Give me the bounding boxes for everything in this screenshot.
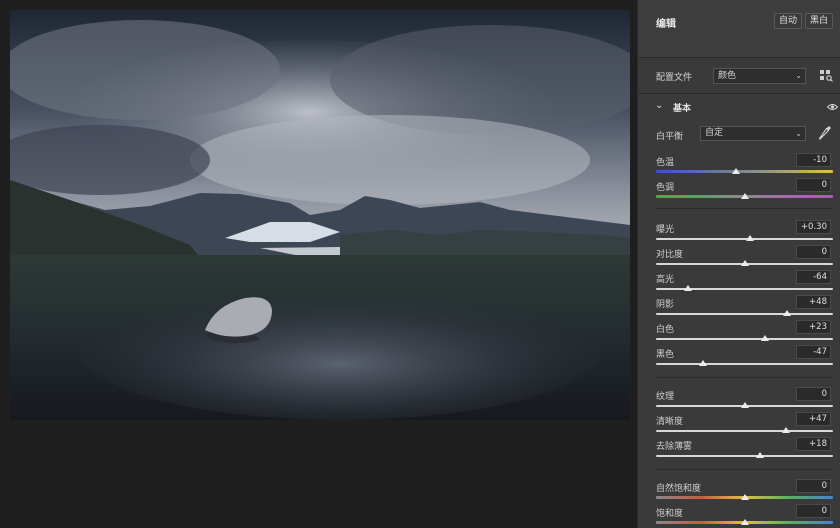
thumb-saturation[interactable] bbox=[740, 519, 749, 525]
white-balance-value: 自定 bbox=[705, 128, 724, 138]
divider bbox=[656, 377, 833, 378]
slider-label-tint: 色调 bbox=[656, 183, 675, 193]
track-highlights[interactable] bbox=[656, 288, 833, 290]
slider-value-temp[interactable]: -10 bbox=[796, 153, 831, 167]
chevron-down-icon: ⌄ bbox=[655, 100, 664, 111]
chevron-down-icon: ⌄ bbox=[795, 71, 802, 80]
slider-value-blacks[interactable]: -47 bbox=[796, 345, 831, 359]
slider-value-vibrance[interactable]: 0 bbox=[796, 479, 831, 493]
thumb-texture[interactable] bbox=[740, 402, 749, 408]
track-dehaze[interactable] bbox=[656, 455, 833, 457]
slider-value-shadows[interactable]: +48 bbox=[796, 295, 831, 309]
edit-panel: 编辑 自动 黑白 配置文件 颜色 ⌄ ⌄ 基本 白平衡 自定 ⌄ 色温 -10 … bbox=[637, 0, 840, 528]
panel-header: 编辑 自动 黑白 bbox=[638, 0, 840, 58]
slider-value-highlights[interactable]: -64 bbox=[796, 270, 831, 284]
black-white-button[interactable]: 黑白 bbox=[805, 13, 834, 29]
slider-value-dehaze[interactable]: +18 bbox=[796, 437, 831, 451]
slider-label-highlights: 高光 bbox=[656, 275, 675, 285]
track-shadows[interactable] bbox=[656, 313, 833, 315]
track-temp[interactable] bbox=[656, 170, 833, 173]
slider-label-contrast: 对比度 bbox=[656, 250, 684, 260]
slider-value-clarity[interactable]: +47 bbox=[796, 412, 831, 426]
divider bbox=[656, 469, 833, 470]
white-balance-select[interactable]: 自定 ⌄ bbox=[700, 126, 806, 141]
slider-label-blacks: 黑色 bbox=[656, 350, 675, 360]
slider-value-contrast[interactable]: 0 bbox=[796, 245, 831, 259]
thumb-shadows[interactable] bbox=[782, 310, 791, 316]
slider-label-clarity: 清晰度 bbox=[656, 417, 684, 427]
thumb-vibrance[interactable] bbox=[740, 494, 749, 500]
chevron-down-icon: ⌄ bbox=[795, 129, 802, 138]
thumb-whites[interactable] bbox=[760, 335, 769, 341]
slider-value-whites[interactable]: +23 bbox=[796, 320, 831, 334]
slider-label-shadows: 阴影 bbox=[656, 300, 675, 310]
eye-icon[interactable] bbox=[827, 103, 838, 111]
slider-label-dehaze: 去除薄雾 bbox=[656, 442, 693, 452]
profile-value: 颜色 bbox=[718, 71, 737, 81]
canvas-area bbox=[0, 0, 637, 528]
profile-browser-icon[interactable] bbox=[819, 68, 833, 82]
profile-select[interactable]: 颜色 ⌄ bbox=[713, 68, 806, 84]
thumb-dehaze[interactable] bbox=[756, 452, 765, 458]
track-whites[interactable] bbox=[656, 338, 833, 340]
slider-label-whites: 白色 bbox=[656, 325, 675, 335]
eyedropper-icon[interactable] bbox=[818, 125, 832, 141]
thumb-highlights[interactable] bbox=[683, 285, 692, 291]
auto-button[interactable]: 自动 bbox=[774, 13, 803, 29]
thumb-clarity[interactable] bbox=[782, 427, 791, 433]
thumb-blacks[interactable] bbox=[698, 360, 707, 366]
slider-label-temp: 色温 bbox=[656, 158, 675, 168]
landscape-image bbox=[10, 10, 630, 420]
thumb-temp[interactable] bbox=[731, 168, 740, 174]
panel-title: 编辑 bbox=[656, 19, 676, 30]
basic-section-header[interactable]: ⌄ 基本 bbox=[638, 96, 840, 118]
track-blacks[interactable] bbox=[656, 363, 833, 365]
slider-value-tint[interactable]: 0 bbox=[796, 178, 831, 192]
slider-value-texture[interactable]: 0 bbox=[796, 387, 831, 401]
slider-label-texture: 纹理 bbox=[656, 392, 675, 402]
profile-row: 配置文件 颜色 ⌄ bbox=[638, 58, 840, 94]
slider-value-saturation[interactable]: 0 bbox=[796, 504, 831, 518]
profile-label: 配置文件 bbox=[656, 73, 693, 83]
white-balance-label: 白平衡 bbox=[656, 132, 684, 142]
thumb-exposure[interactable] bbox=[745, 235, 754, 241]
track-exposure[interactable] bbox=[656, 238, 833, 240]
track-clarity[interactable] bbox=[656, 430, 833, 432]
slider-value-exposure[interactable]: +0.30 bbox=[796, 220, 831, 234]
divider bbox=[656, 208, 833, 209]
slider-label-vibrance: 自然饱和度 bbox=[656, 484, 702, 494]
photo-preview[interactable] bbox=[10, 10, 630, 420]
slider-label-saturation: 饱和度 bbox=[656, 509, 684, 519]
thumb-tint[interactable] bbox=[740, 193, 749, 199]
section-title: 基本 bbox=[673, 104, 692, 114]
thumb-contrast[interactable] bbox=[740, 260, 749, 266]
slider-label-exposure: 曝光 bbox=[656, 225, 675, 235]
